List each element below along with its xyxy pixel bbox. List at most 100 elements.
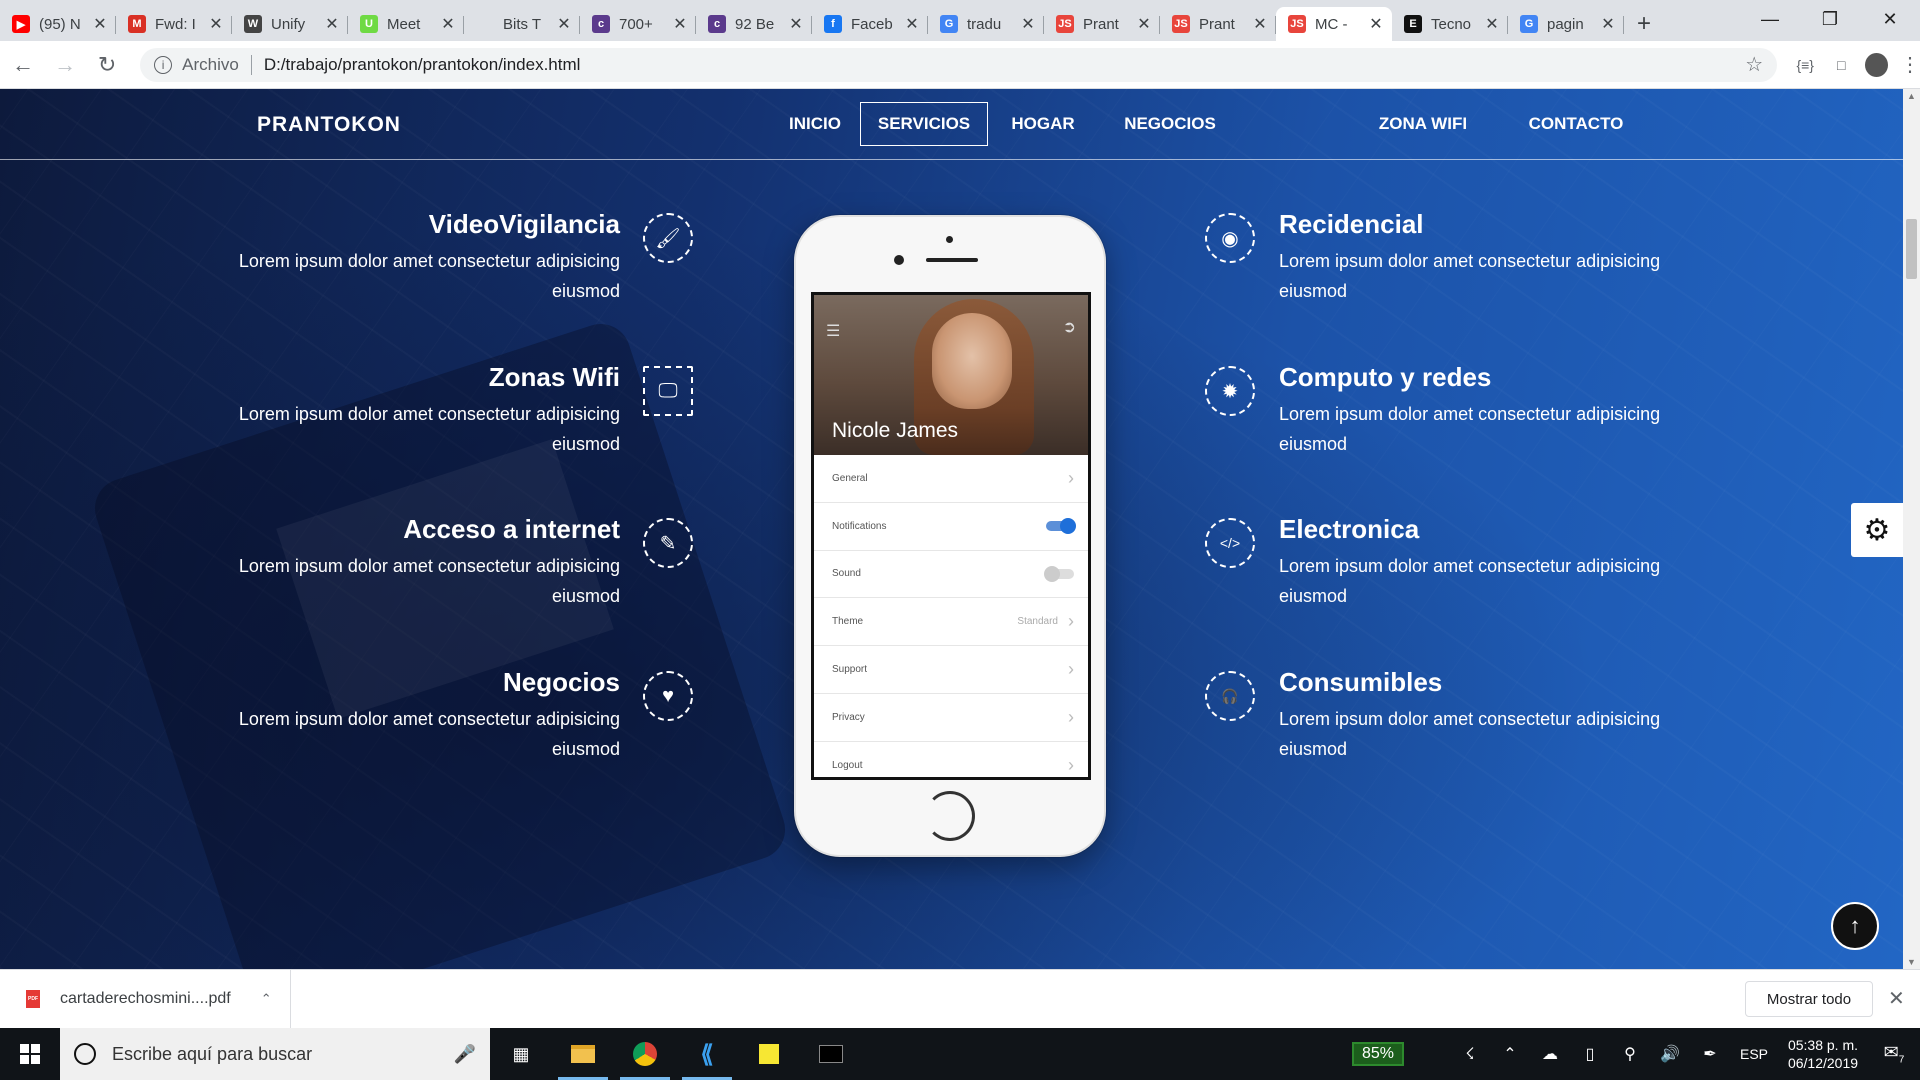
nav-link-zona-wifi[interactable]: ZONA WIFI — [1368, 102, 1478, 146]
vscode-icon[interactable]: ⟪ — [676, 1028, 738, 1080]
forward-button[interactable]: → — [46, 45, 84, 85]
notification-center-icon[interactable]: ✉7 — [1868, 1042, 1920, 1066]
new-tab-button[interactable]: + — [1624, 7, 1664, 41]
settings-label: Theme — [832, 616, 864, 628]
taskbar-search[interactable]: Escribe aquí para buscar 🎤 — [60, 1028, 490, 1080]
browser-tab[interactable]: JS MC - ✕ — [1276, 7, 1392, 41]
maximize-button[interactable]: ❐ — [1800, 0, 1860, 38]
close-tab-icon[interactable]: ✕ — [440, 14, 456, 34]
close-tab-icon[interactable]: ✕ — [904, 14, 920, 34]
nav-link-contacto[interactable]: CONTACTO — [1517, 102, 1635, 146]
browser-tab[interactable]: Bits T ✕ — [464, 7, 580, 41]
menu-kebab-icon[interactable]: ⋮ — [1900, 52, 1920, 77]
address-bar[interactable]: i Archivo D:/trabajo/prantokon/prantokon… — [140, 47, 1778, 82]
start-button[interactable] — [0, 1028, 60, 1080]
page-scrollbar[interactable]: ▲ ▼ — [1903, 89, 1920, 969]
headphones-icon: 🎧 — [1205, 671, 1255, 721]
show-all-button[interactable]: Mostrar todo — [1745, 981, 1873, 1017]
chevron-up-icon[interactable]: ⌃ — [261, 991, 272, 1007]
browser-tab[interactable]: JS Prant ✕ — [1160, 7, 1276, 41]
browser-tab[interactable]: JS Prant ✕ — [1044, 7, 1160, 41]
code-icon: </> — [1205, 518, 1255, 568]
close-tab-icon[interactable]: ✕ — [1252, 14, 1268, 34]
language-indicator[interactable]: ESP — [1740, 1046, 1768, 1062]
clock-date: 06/12/2019 — [1787, 1055, 1859, 1071]
close-window-button[interactable]: ✕ — [1860, 0, 1920, 38]
close-tab-icon[interactable]: ✕ — [1368, 14, 1384, 34]
browser-tab[interactable]: c 700+ ✕ — [580, 7, 696, 41]
browser-tab[interactable]: c 92 Be ✕ — [696, 7, 812, 41]
microphone-icon[interactable]: 🎤 — [454, 1044, 476, 1065]
close-tab-icon[interactable]: ✕ — [672, 14, 688, 34]
site-logo[interactable]: PRANTOKON — [257, 113, 401, 137]
profile-photo — [932, 313, 1012, 409]
js-icon: JS — [1172, 15, 1190, 33]
scroll-up-icon[interactable]: ▲ — [1907, 91, 1916, 101]
back-to-top-button[interactable]: ↑ — [1831, 902, 1879, 950]
close-tab-icon[interactable]: ✕ — [1136, 14, 1152, 34]
youtube-icon: ▶ — [12, 15, 30, 33]
chevron-right-icon: › — [1068, 706, 1074, 727]
json-extension-icon[interactable]: {≡} — [1787, 57, 1823, 73]
close-tab-icon[interactable]: ✕ — [556, 14, 572, 34]
service-item: Computo y redes Lorem ipsum dolor amet co… — [1279, 362, 1699, 459]
terminal-icon[interactable] — [800, 1028, 862, 1080]
close-shelf-icon[interactable]: ✕ — [1888, 986, 1905, 1011]
sticky-notes-icon[interactable] — [738, 1028, 800, 1080]
clock[interactable]: 05:38 p. m. 06/12/2019 — [1778, 1036, 1868, 1072]
settings-toggle — [1046, 518, 1076, 535]
nav-link-inicio[interactable]: INICIO — [775, 102, 855, 146]
onedrive-icon[interactable]: ☁ — [1530, 1044, 1570, 1064]
close-tab-icon[interactable]: ✕ — [208, 14, 224, 34]
phone-mockup: ☰ ➲ Nicole James General › Notifications So… — [794, 215, 1106, 857]
pen-icon[interactable]: ✒ — [1690, 1044, 1730, 1064]
settings-label: Logout — [832, 759, 863, 771]
file-explorer-icon[interactable] — [552, 1028, 614, 1080]
settings-gear-icon[interactable]: ⚙ — [1851, 503, 1903, 557]
browser-tab[interactable]: M Fwd: I ✕ — [116, 7, 232, 41]
browser-tab[interactable]: W Unify ✕ — [232, 7, 348, 41]
task-view-icon[interactable]: ▦ — [490, 1028, 552, 1080]
close-tab-icon[interactable]: ✕ — [1600, 14, 1616, 34]
scroll-down-icon[interactable]: ▼ — [1907, 957, 1916, 967]
browser-tab[interactable]: U Meet ✕ — [348, 7, 464, 41]
info-icon[interactable]: i — [154, 55, 173, 74]
chrome-icon[interactable] — [614, 1028, 676, 1080]
service-item: Zonas Wifi Lorem ipsum dolor amet consect… — [200, 362, 620, 459]
people-icon[interactable]: ☇ — [1450, 1044, 1490, 1064]
back-button[interactable]: ← — [4, 45, 42, 85]
close-tab-icon[interactable]: ✕ — [1484, 14, 1500, 34]
close-tab-icon[interactable]: ✕ — [324, 14, 340, 34]
reload-button[interactable]: ↻ — [88, 45, 126, 85]
wifi-icon[interactable]: ⚲ — [1610, 1044, 1650, 1064]
close-tab-icon[interactable]: ✕ — [1020, 14, 1036, 34]
minimize-button[interactable]: — — [1740, 0, 1800, 38]
volume-icon[interactable]: 🔊 — [1650, 1044, 1690, 1064]
nav-link-servicios[interactable]: SERVICIOS — [860, 102, 988, 146]
download-item[interactable]: PDF cartaderechosmini....pdf ⌃ — [0, 970, 291, 1028]
battery-icon[interactable]: ▯ — [1570, 1044, 1610, 1064]
profile-header: ☰ ➲ Nicole James — [814, 295, 1088, 455]
extension-icon[interactable]: □ — [1823, 57, 1859, 73]
settings-row: Notifications — [814, 503, 1088, 551]
browser-tab[interactable]: f Faceb ✕ — [812, 7, 928, 41]
cortana-icon — [74, 1043, 96, 1065]
browser-tab[interactable]: Gpagin ✕ — [1508, 7, 1624, 41]
close-tab-icon[interactable]: ✕ — [788, 14, 804, 34]
bookmark-star-icon[interactable]: ☆ — [1745, 52, 1763, 77]
nav-link-hogar[interactable]: HOGAR — [1003, 102, 1083, 146]
address-url[interactable]: D:/trabajo/prantokon/prantokon/index.htm… — [264, 55, 1745, 75]
chevron-up-icon[interactable]: ⌃ — [1490, 1044, 1530, 1064]
browser-tab-title: MC - — [1315, 15, 1348, 33]
browser-tab[interactable]: Gtradu ✕ — [928, 7, 1044, 41]
profile-avatar[interactable] — [1865, 52, 1889, 77]
browser-tab[interactable]: ▶ (95) N ✕ — [0, 7, 116, 41]
service-description: Lorem ipsum dolor amet consectetur adipi… — [238, 251, 620, 301]
download-filename[interactable]: cartaderechosmini....pdf — [60, 990, 231, 1008]
service-description: Lorem ipsum dolor amet consectetur adipi… — [238, 556, 620, 606]
close-tab-icon[interactable]: ✕ — [92, 14, 108, 34]
nav-link-negocios[interactable]: NEGOCIOS — [1111, 102, 1229, 146]
scrollbar-thumb[interactable] — [1906, 219, 1917, 279]
battery-meter[interactable]: 85% — [1351, 1042, 1404, 1066]
browser-tab[interactable]: E Tecno ✕ — [1392, 7, 1508, 41]
